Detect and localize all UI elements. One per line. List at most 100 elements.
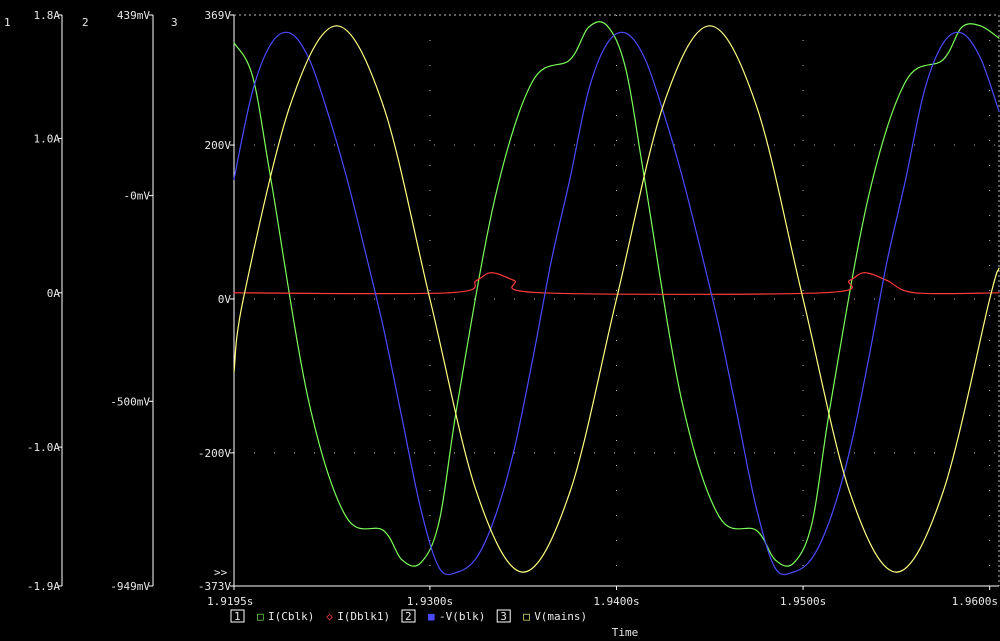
series-point [531, 80, 534, 82]
series-point [755, 507, 758, 509]
series-point [998, 37, 1000, 39]
series-point [942, 491, 944, 493]
series-point [252, 90, 254, 92]
series-point [270, 42, 272, 45]
axes-layer: 1 1.8A 1.0A 0A -1.0A -1.9A 2 439mV -0mV -500mV -94… [4, 9, 999, 639]
legend-axis-number: 2 [405, 610, 412, 623]
x-axis-title: Time [612, 626, 639, 639]
series-point [476, 491, 478, 493]
series-point [699, 248, 702, 250]
series-point [420, 507, 422, 509]
series-point [494, 515, 496, 518]
series-point [625, 32, 627, 34]
x-tick-label: 1.9500s [780, 595, 826, 608]
series-point [895, 571, 898, 573]
series-point [382, 529, 384, 532]
series-point [587, 90, 590, 92]
series-point [867, 359, 870, 361]
series-point [448, 292, 450, 294]
series-point [681, 174, 683, 176]
series-point [849, 491, 851, 493]
series-point [793, 571, 795, 573]
legend-layer: 1 □ I(Cblk) ◇ I(Dblk1) 2 ■ -V(blk) 3 □ V(mains) [230, 609, 587, 623]
series-point [709, 25, 711, 27]
axis-id-label: 2 [82, 16, 89, 29]
x-tick-label: 1.9600s [952, 595, 998, 608]
y-tick-label: -949mV [110, 580, 150, 593]
series-point [457, 571, 459, 573]
series-point [438, 520, 440, 522]
series-point [942, 42, 944, 45]
series-point [998, 292, 1000, 294]
series-point [270, 181, 272, 183]
series-point [849, 279, 851, 281]
y-tick-label: 200V [205, 139, 232, 152]
series-point [979, 57, 981, 59]
y-tick-label: 369V [205, 9, 232, 22]
series-point [382, 105, 384, 107]
series-point [550, 260, 552, 262]
y-tick-label: 1.8A [34, 9, 61, 22]
series-point [513, 450, 515, 452]
x-tick-label: 1.9300s [407, 595, 453, 608]
series-point [942, 59, 944, 61]
series--v-blk- [233, 31, 1000, 576]
series-point [420, 562, 422, 564]
series-point [233, 42, 235, 44]
x-tick-label: 1.9400s [593, 595, 639, 608]
series-point [541, 292, 543, 294]
series-point [886, 260, 888, 262]
series-point [989, 298, 991, 300]
series-point [569, 178, 571, 180]
series-point [606, 42, 608, 45]
series-point [625, 68, 627, 70]
legend-axis-box: 2 [401, 609, 416, 623]
series-point [606, 25, 608, 27]
series-point [905, 178, 907, 180]
series-point [662, 110, 664, 112]
y-tick-label: -200V [198, 447, 231, 460]
series-point [429, 298, 431, 300]
series-point [830, 400, 832, 402]
series-point [364, 248, 366, 250]
series-point [961, 26, 963, 28]
series-point [830, 515, 832, 518]
series-point [886, 279, 888, 281]
series-point [569, 491, 571, 493]
legend-marker-icon: □ [523, 610, 530, 623]
series-point [233, 178, 235, 180]
series-point [345, 516, 347, 518]
series-point [821, 292, 823, 294]
legend-label: V(mains) [534, 610, 587, 623]
series-point [662, 105, 664, 107]
series-point [615, 298, 618, 300]
series-point [961, 32, 963, 34]
series-point [998, 267, 1000, 269]
series-point [513, 279, 515, 281]
series-point [867, 196, 870, 198]
series-point [811, 520, 814, 522]
series-point [718, 516, 720, 518]
axis-id-label: 1 [4, 16, 11, 29]
series-point [755, 529, 758, 532]
y-tick-label: 1.0A [34, 132, 61, 145]
legend-axis-number: 1 [234, 610, 241, 623]
y-tick-label: -1.9A [27, 580, 60, 593]
legend-axis-box: 1 [230, 609, 245, 623]
series-point [252, 76, 254, 78]
legend-label: -V(blk) [439, 610, 485, 623]
series-point [849, 450, 851, 452]
legend-label: I(Dblk1) [337, 610, 390, 623]
series-point [289, 32, 291, 34]
series-layer [233, 21, 1000, 576]
legend-marker-icon: ◇ [326, 610, 333, 623]
series-point [755, 105, 758, 107]
series-point [681, 400, 683, 402]
series-point [233, 292, 235, 294]
series-point [490, 272, 493, 274]
legend-label: I(Cblk) [268, 610, 314, 623]
series-point [401, 559, 403, 561]
series-point [998, 110, 1000, 112]
series-point [531, 359, 534, 361]
series-point [643, 57, 646, 59]
